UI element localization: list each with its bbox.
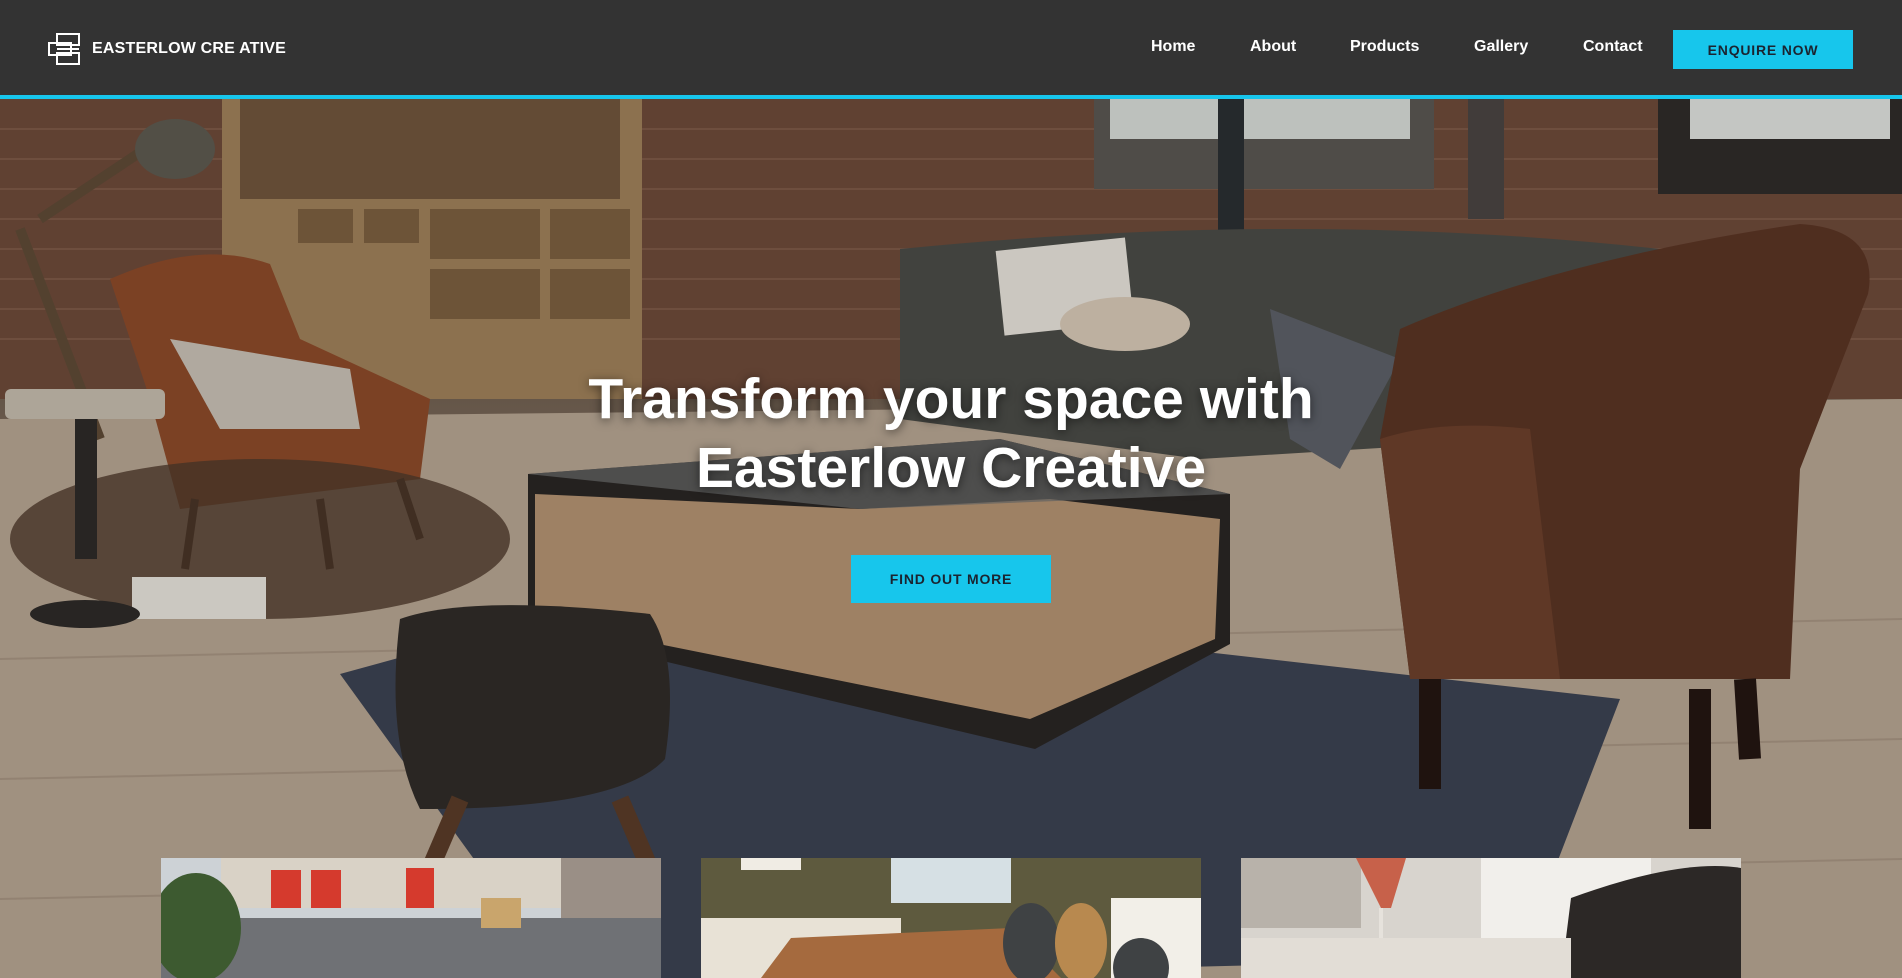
enquire-now-button[interactable]: ENQUIRE NOW [1673, 30, 1853, 69]
hero-title: Transform your space with Easterlow Crea… [451, 365, 1451, 503]
thumbnail-image [701, 858, 1201, 978]
logo-icon [48, 33, 81, 65]
site-header: EASTERLOW CRE ATIVE Home About Products … [0, 0, 1902, 99]
thumbnail-image [1241, 858, 1741, 978]
gallery-thumbnail-units[interactable] [161, 858, 661, 978]
nav-item-contact[interactable]: Contact [1583, 38, 1643, 56]
thumbnail-image [161, 858, 661, 978]
gallery-thumbnail-dining[interactable] [701, 858, 1201, 978]
gallery-thumbnail-sofa[interactable] [1241, 858, 1741, 978]
hero-section: Transform your space with Easterlow Crea… [0, 99, 1902, 978]
nav-item-products[interactable]: Products [1350, 38, 1419, 56]
brand-name: EASTERLOW CRE ATIVE [92, 40, 287, 57]
hero-title-line-1: Transform your space with [588, 367, 1314, 431]
find-out-more-button[interactable]: FIND OUT MORE [851, 555, 1051, 603]
brand-logo[interactable]: EASTERLOW CRE ATIVE [48, 33, 286, 65]
nav-item-gallery[interactable]: Gallery [1474, 38, 1528, 56]
nav-item-about[interactable]: About [1250, 38, 1296, 56]
nav-item-home[interactable]: Home [1151, 38, 1195, 56]
hero-title-line-2: Easterlow Creative [695, 436, 1207, 500]
hero-image [0, 99, 1902, 978]
